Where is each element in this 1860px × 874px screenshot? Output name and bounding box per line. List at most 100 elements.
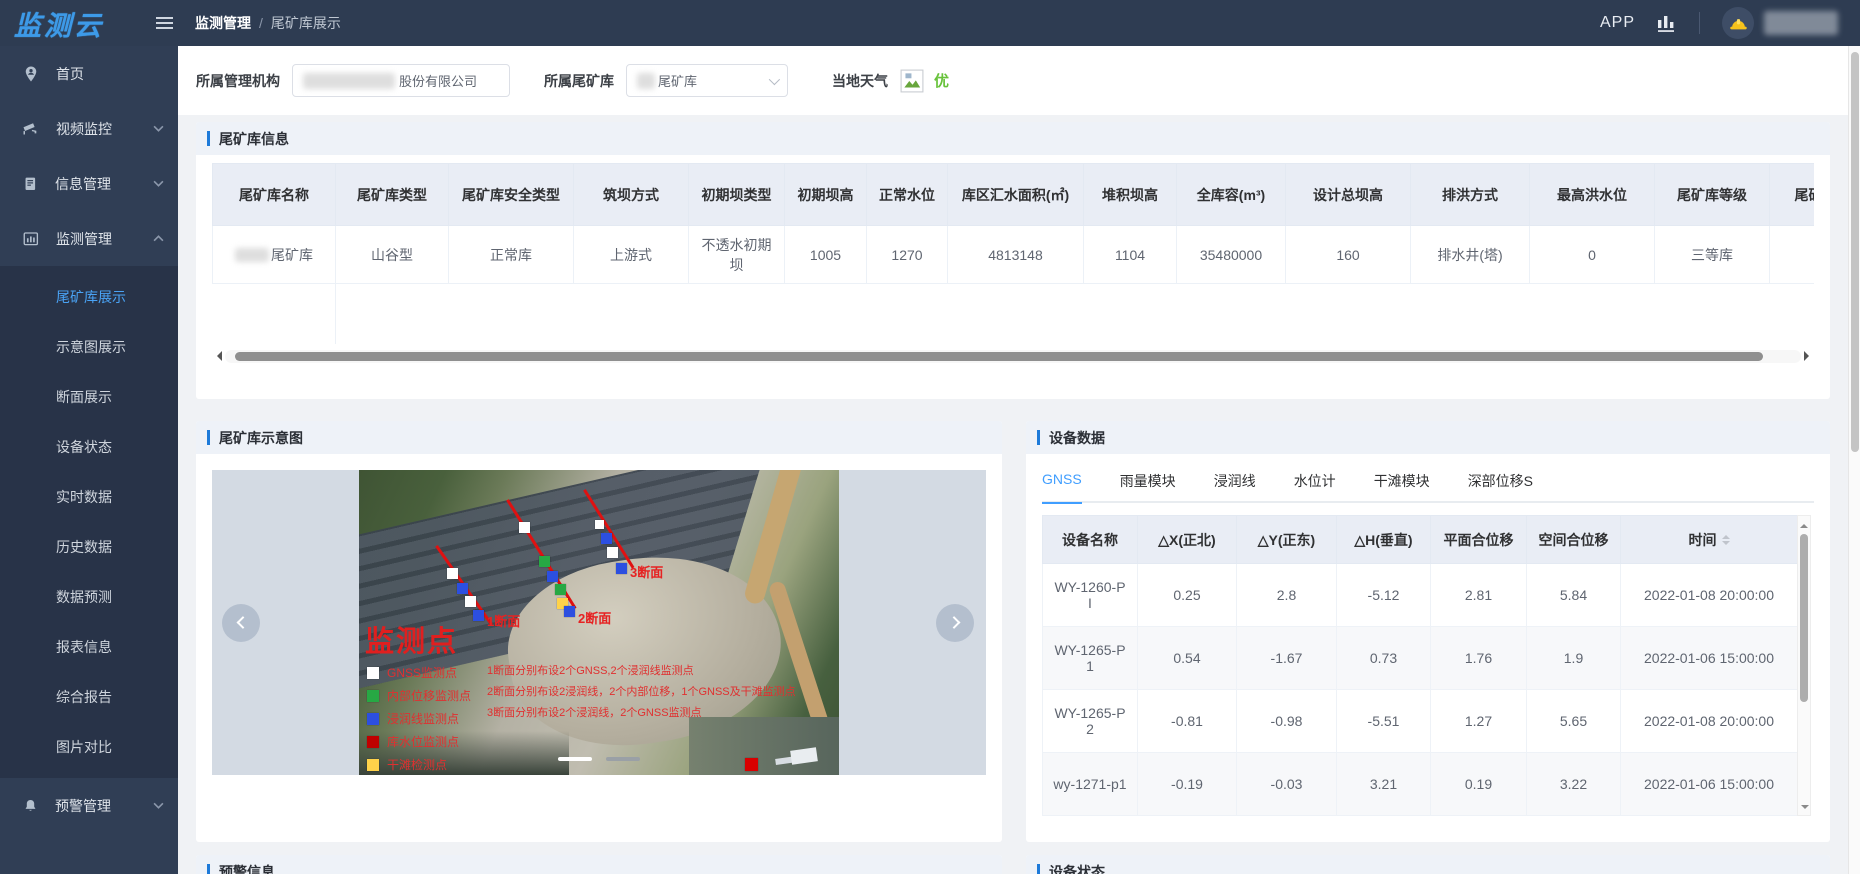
sort-icon[interactable] bbox=[1722, 531, 1730, 549]
hamburger-menu-icon[interactable] bbox=[152, 10, 177, 36]
sidebar-item-data-forecast[interactable]: 数据预测 bbox=[0, 572, 178, 622]
page-scrollbar[interactable] bbox=[1848, 46, 1860, 874]
card-title-strip: 设备状态 bbox=[1026, 855, 1830, 874]
carousel-next-button[interactable] bbox=[936, 604, 974, 642]
sidebar-item-video[interactable]: 视频监控 bbox=[0, 101, 178, 156]
sidebar-item-realtime-data[interactable]: 实时数据 bbox=[0, 472, 178, 522]
logo: 监测云 bbox=[0, 4, 150, 43]
device-tabs: GNSS 雨量模块 浸润线 水位计 干滩模块 深部位移S bbox=[1042, 464, 1814, 503]
avatar[interactable] bbox=[1722, 7, 1754, 39]
tab-phreatic[interactable]: 浸润线 bbox=[1214, 465, 1256, 502]
pond-select[interactable]: 尾矿库 bbox=[626, 64, 788, 97]
app-link[interactable]: APP bbox=[1600, 14, 1635, 32]
vertical-scroll-thumb[interactable] bbox=[1800, 534, 1808, 702]
device-table-scrollbar[interactable] bbox=[1797, 515, 1811, 816]
cell: 上游式 bbox=[574, 226, 689, 284]
weather-value: 优 bbox=[934, 70, 949, 91]
device-data-card: 设备数据 GNSS 雨量模块 浸润线 水位计 干滩模块 深部位移S bbox=[1026, 421, 1830, 842]
chevron-left-icon bbox=[236, 616, 249, 629]
column-header: 全库容(m³) bbox=[1177, 164, 1286, 226]
sidebar-item-label: 信息管理 bbox=[55, 174, 111, 194]
sidebar-item-image-compare[interactable]: 图片对比 bbox=[0, 722, 178, 772]
sidebar-item-history-data[interactable]: 历史数据 bbox=[0, 522, 178, 572]
cell-time: 2022-01-06 15:00:00 bbox=[1621, 753, 1798, 816]
gnss-marker bbox=[595, 520, 604, 529]
horizontal-scrollbar[interactable] bbox=[212, 348, 1814, 365]
carousel-indicator-active[interactable] bbox=[558, 757, 592, 761]
gnss-marker bbox=[447, 568, 458, 579]
annotation-line: 2断面分别布设2浸润线，2个内部位移，1个GNSS及干滩监测点 bbox=[487, 683, 796, 699]
chevron-up-icon bbox=[153, 235, 164, 242]
scroll-down-icon[interactable] bbox=[1801, 805, 1809, 813]
cell: 1005 bbox=[785, 226, 867, 284]
phreatic-marker bbox=[601, 533, 612, 544]
hard-hat-icon bbox=[1729, 15, 1748, 32]
horizontal-scroll-thumb[interactable] bbox=[235, 352, 1763, 361]
gnss-marker bbox=[465, 596, 476, 607]
cell: 3.21 bbox=[1337, 753, 1431, 816]
card-title-strip: 预警信息 bbox=[196, 855, 1002, 874]
chevron-right-icon bbox=[947, 616, 960, 629]
page-scrollbar-thumb[interactable] bbox=[1851, 52, 1859, 452]
tab-water-level[interactable]: 水位计 bbox=[1294, 465, 1336, 502]
annotation-line: 3断面分别布设2个浸润线，2个GNSS监测点 bbox=[487, 704, 796, 720]
chevron-down-icon bbox=[153, 802, 164, 809]
scroll-left-icon[interactable] bbox=[212, 351, 222, 361]
diagram-card: 尾矿库示意图 bbox=[196, 421, 1002, 842]
scroll-right-icon[interactable] bbox=[1804, 351, 1814, 361]
column-header: 尾矿库名称 bbox=[213, 164, 336, 226]
column-header: 堆积坝高 bbox=[1084, 164, 1177, 226]
tab-deep-displacement[interactable]: 深部位移S bbox=[1468, 465, 1533, 502]
tailings-info-card: 尾矿库信息 bbox=[196, 122, 1830, 399]
table-header-row: 尾矿库名称 尾矿库类型 尾矿库安全类型 筑坝方式 初期坝类型 初期坝高 正常水位… bbox=[213, 164, 1815, 226]
legend-item: 库水位监测点 bbox=[367, 733, 471, 750]
sidebar-item-info[interactable]: 信息管理 bbox=[0, 156, 178, 211]
gnss-marker bbox=[519, 522, 530, 533]
tab-gnss[interactable]: GNSS bbox=[1042, 465, 1082, 504]
carousel-indicator[interactable] bbox=[606, 757, 640, 761]
sidebar-item-schematic-display[interactable]: 示意图展示 bbox=[0, 322, 178, 372]
cell: 0.19 bbox=[1431, 753, 1527, 816]
sidebar-item-tailings-display[interactable]: 尾矿库展示 bbox=[0, 272, 178, 322]
chevron-down-icon bbox=[153, 180, 164, 187]
sidebar-item-alert[interactable]: 预警管理 bbox=[0, 778, 178, 833]
cell: 0.73 bbox=[1337, 627, 1431, 690]
cell: -5.51 bbox=[1337, 690, 1431, 753]
tab-rainfall[interactable]: 雨量模块 bbox=[1120, 465, 1176, 502]
cell-time: 2022-01-06 15:00:00 bbox=[1621, 627, 1798, 690]
org-input[interactable]: 股份有限公司 bbox=[292, 64, 510, 97]
horizontal-scroll-track[interactable] bbox=[225, 350, 1801, 363]
sidebar-item-device-status[interactable]: 设备状态 bbox=[0, 422, 178, 472]
page-body: 尾矿库信息 bbox=[178, 115, 1848, 874]
sidebar-item-label: 视频监控 bbox=[56, 119, 112, 139]
card-title-strip: 尾矿库示意图 bbox=[196, 421, 1002, 454]
cell-device-name: WY-1265-P1 bbox=[1043, 627, 1138, 690]
breadcrumb-section[interactable]: 监测管理 bbox=[195, 13, 251, 33]
cell: 排水井(塔) bbox=[1411, 226, 1530, 284]
carousel-prev-button[interactable] bbox=[222, 604, 260, 642]
title-accent-bar bbox=[207, 430, 210, 445]
legend-swatch-internal bbox=[367, 690, 379, 702]
section-label-3: 3断面 bbox=[630, 562, 663, 581]
empty-table-row bbox=[213, 284, 1815, 344]
chart-icon[interactable] bbox=[1657, 14, 1677, 33]
card-title: 尾矿库示意图 bbox=[219, 428, 303, 448]
sidebar-item-monitor[interactable]: 监测管理 bbox=[0, 211, 178, 266]
image-carousel: 1断面 2断面 3断面 监测点 GNSS监测点 bbox=[212, 470, 986, 775]
sidebar-item-report-info[interactable]: 报表信息 bbox=[0, 622, 178, 672]
scroll-up-icon[interactable] bbox=[1800, 520, 1808, 528]
sidebar-item-section-display[interactable]: 断面展示 bbox=[0, 372, 178, 422]
cell bbox=[1770, 226, 1815, 284]
cell: 正常库 bbox=[449, 226, 574, 284]
sidebar-item-home[interactable]: 首页 bbox=[0, 46, 178, 101]
column-header: 尾矿库类型 bbox=[336, 164, 449, 226]
user-menu[interactable] bbox=[1722, 7, 1838, 39]
camera-icon bbox=[22, 120, 40, 138]
device-data-table: 设备名称 △X(正北) △Y(正东) △H(垂直) 平面合位移 空间合位移 bbox=[1042, 515, 1798, 816]
table-row: 尾矿库 山谷型 正常库 上游式 不透水初期坝 1005 1270 481314 bbox=[213, 226, 1815, 284]
card-title: 设备状态 bbox=[1049, 862, 1105, 874]
info-table-wrapper: 尾矿库名称 尾矿库类型 尾矿库安全类型 筑坝方式 初期坝类型 初期坝高 正常水位… bbox=[212, 163, 1814, 344]
tab-dry-beach[interactable]: 干滩模块 bbox=[1374, 465, 1430, 502]
cell: -0.03 bbox=[1237, 753, 1337, 816]
sidebar-item-comprehensive-report[interactable]: 综合报告 bbox=[0, 672, 178, 722]
